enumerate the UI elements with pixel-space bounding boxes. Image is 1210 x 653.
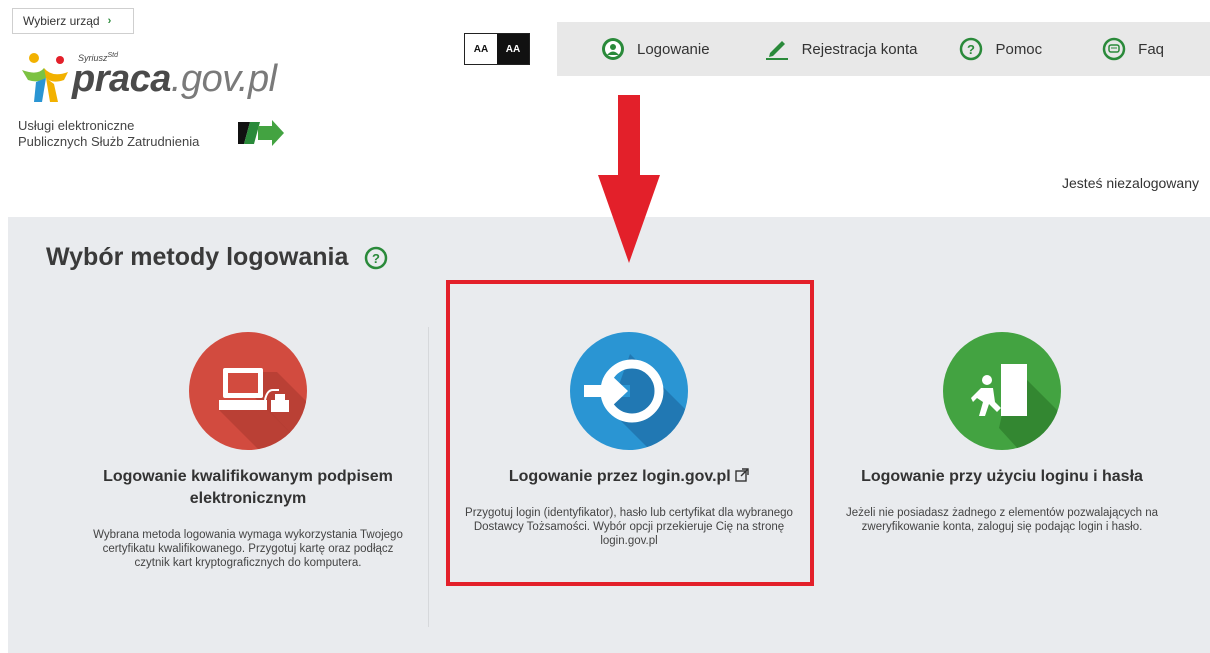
choose-office-button[interactable]: Wybierz urząd › bbox=[12, 8, 134, 34]
nav-login-label: Logowanie bbox=[637, 40, 710, 58]
login-status: Jesteś niezalogowany bbox=[1062, 175, 1199, 191]
method-divider bbox=[428, 327, 429, 627]
top-navigation: Logowanie Rejestracja konta ? Pomoc Faq bbox=[557, 22, 1210, 76]
nav-help[interactable]: ? Pomoc bbox=[959, 22, 1042, 76]
nav-login[interactable]: Logowanie bbox=[601, 22, 710, 76]
nav-register[interactable]: Rejestracja konta bbox=[764, 22, 918, 76]
method-title: Logowanie przy użyciu loginu i hasła bbox=[861, 468, 1143, 485]
svg-text:?: ? bbox=[372, 251, 380, 266]
page-title-text: Wybór metody logowania bbox=[46, 243, 349, 271]
method-description: Jeżeli nie posiadasz żadnego z elementów… bbox=[846, 507, 1158, 533]
method-description: Wybrana metoda logowania wymaga wykorzys… bbox=[93, 529, 403, 569]
pencil-icon bbox=[765, 41, 788, 60]
method-title: Logowanie kwalifikowanym podpisem elektr… bbox=[103, 468, 393, 507]
contrast-switcher: AA AA bbox=[464, 33, 530, 65]
contrast-high-button[interactable]: AA bbox=[497, 34, 529, 64]
method-qualified-signature[interactable]: Logowanie kwalifikowanym podpisem elektr… bbox=[78, 332, 418, 570]
question-circle-icon: ? bbox=[960, 37, 983, 61]
chevron-right-icon: › bbox=[107, 15, 112, 27]
arrow-down-icon bbox=[598, 95, 660, 263]
site-logo[interactable]: SyriuszStd praca.gov.pl bbox=[18, 44, 318, 104]
choose-office-label: Wybierz urząd bbox=[23, 14, 100, 28]
method-login-password[interactable]: Logowanie przy użyciu loginu i hasła Jeż… bbox=[816, 332, 1188, 534]
logo-wordmark: praca.gov.pl bbox=[72, 58, 277, 100]
nav-help-label: Pomoc bbox=[995, 40, 1043, 58]
help-question-icon[interactable]: ? bbox=[364, 246, 388, 270]
person-door-icon bbox=[943, 332, 1061, 450]
nav-faq-label: Faq bbox=[1138, 40, 1165, 58]
page-title: Wybór metody logowania ? bbox=[46, 243, 388, 272]
psz-arrows-logo-icon bbox=[238, 120, 284, 146]
user-circle-icon bbox=[602, 38, 624, 60]
people-logo-icon bbox=[22, 53, 68, 102]
nav-faq[interactable]: Faq bbox=[1102, 22, 1164, 76]
card-reader-computer-icon bbox=[189, 332, 307, 450]
site-subtitle: Usługi elektroniczne Publicznych Służb Z… bbox=[18, 118, 200, 149]
nav-register-label: Rejestracja konta bbox=[801, 40, 918, 58]
svg-text:?: ? bbox=[967, 42, 975, 57]
highlight-box bbox=[446, 280, 814, 586]
chat-bubble-icon bbox=[1102, 37, 1126, 61]
contrast-normal-button[interactable]: AA bbox=[465, 34, 497, 64]
